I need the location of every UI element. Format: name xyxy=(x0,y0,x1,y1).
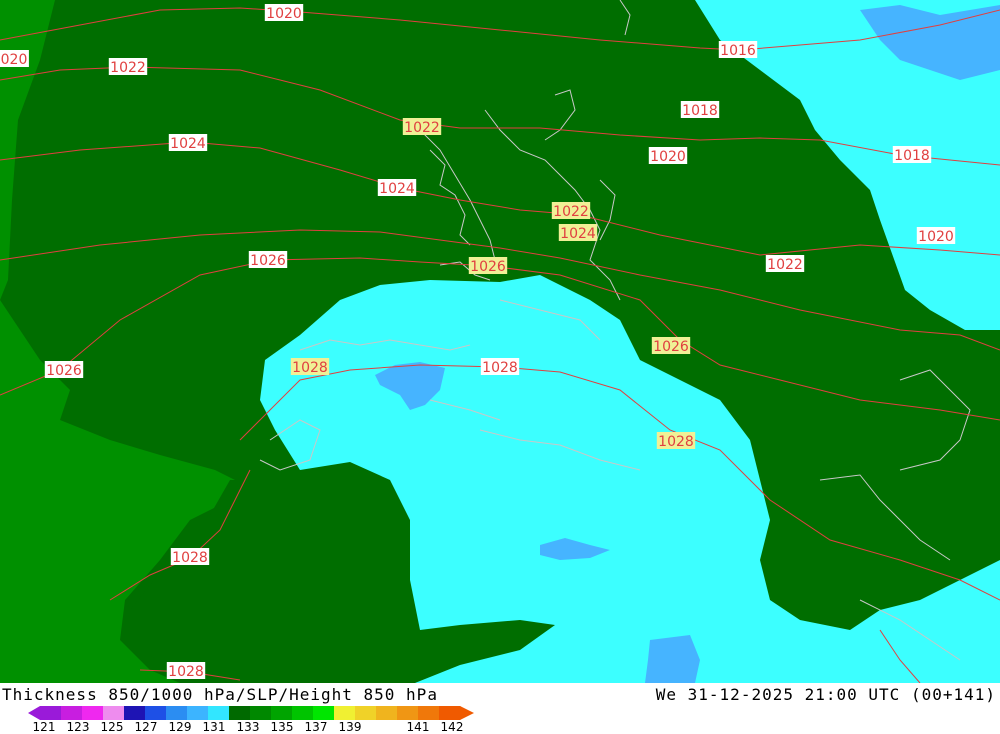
isobar-label: 1028 xyxy=(166,662,206,680)
scale-right-arrow xyxy=(460,706,474,720)
isobar-label: 1020 xyxy=(264,4,304,22)
scale-swatch xyxy=(145,706,167,720)
isobar-label: 1028 xyxy=(656,432,696,450)
scale-swatch xyxy=(250,706,272,720)
isobar-label: 1022 xyxy=(765,255,805,273)
isobar-label-text: 1022 xyxy=(553,204,589,220)
scale-left-arrow xyxy=(28,706,40,720)
scale-swatch xyxy=(271,706,293,720)
scale-swatch xyxy=(229,706,251,720)
isobar-label-text: 1026 xyxy=(470,259,506,275)
isobar-label-text: 1028 xyxy=(292,360,328,376)
isobar-label-text: 1022 xyxy=(404,120,440,136)
scale-tick-label: 129 xyxy=(168,720,192,734)
isobar-label: 1028 xyxy=(170,548,210,566)
isobar-label: 1026 xyxy=(468,257,508,275)
scale-tick-label: 133 xyxy=(236,720,260,734)
isobar-label-text: 1026 xyxy=(250,253,286,269)
isobar-label: 1026 xyxy=(248,251,288,269)
isobar-label: 1018 xyxy=(892,146,932,164)
isobar-label: 1020 xyxy=(648,147,688,165)
weather-map: 1020 020 1022 1016 1018 1022 1024 1020 1018 1024 1… xyxy=(0,0,1000,683)
isobar-label: 1022 xyxy=(108,58,148,76)
scale-swatch xyxy=(187,706,209,720)
scale-swatch xyxy=(292,706,314,720)
isobar-label: 1022 xyxy=(402,118,442,136)
isobar-label: 1020 xyxy=(916,227,956,245)
isobar-label: 1016 xyxy=(718,41,758,59)
scale-swatch xyxy=(439,706,461,720)
isobar-label: 1028 xyxy=(480,358,520,376)
scale-swatch xyxy=(103,706,125,720)
isobar-label: 1018 xyxy=(680,101,720,119)
isobar-label-text: 1028 xyxy=(658,434,694,450)
thickness-color-scale xyxy=(28,706,474,720)
scale-swatch xyxy=(313,706,335,720)
scale-tick-label: 121 xyxy=(32,720,56,734)
isobar-label: 1026 xyxy=(44,361,84,379)
map-datetime: We 31-12-2025 21:00 UTC (00+141) xyxy=(655,685,996,704)
scale-tick-label: 131 xyxy=(202,720,226,734)
isobar-label: 1024 xyxy=(377,179,417,197)
thickness-patch-light-blue-3 xyxy=(645,635,700,683)
isobar-label: 1022 xyxy=(551,202,591,220)
footer-bar: Thickness 850/1000 hPa/SLP/Height 850 hP… xyxy=(0,683,1000,734)
scale-tick-label: 125 xyxy=(100,720,124,734)
isobar-label-text: 1020 xyxy=(650,149,686,165)
isobar-label-text: 1016 xyxy=(720,43,756,59)
isobar-label-text: 1022 xyxy=(110,60,146,76)
isobar-label-text: 1024 xyxy=(170,136,206,152)
scale-tick-label: 142 xyxy=(440,720,464,734)
scale-swatch xyxy=(418,706,440,720)
scale-swatch xyxy=(166,706,188,720)
isobar-label: 1024 xyxy=(558,224,598,242)
scale-swatch xyxy=(82,706,104,720)
isobar-label-text: 1018 xyxy=(682,103,718,119)
isobar-label-text: 1024 xyxy=(560,226,596,242)
isobar-label-text: 1024 xyxy=(379,181,415,197)
scale-tick-label: 127 xyxy=(134,720,158,734)
scale-swatch xyxy=(355,706,377,720)
isobar-label-text: 1022 xyxy=(767,257,803,273)
isobar-label-text: 1018 xyxy=(894,148,930,164)
map-title: Thickness 850/1000 hPa/SLP/Height 850 hP… xyxy=(2,685,438,704)
isobar-label: 1028 xyxy=(290,358,330,376)
scale-swatch xyxy=(397,706,419,720)
isobar-label: 020 xyxy=(0,50,29,68)
scale-tick-label: 123 xyxy=(66,720,90,734)
scale-swatch xyxy=(376,706,398,720)
scale-swatch xyxy=(334,706,356,720)
scale-tick-label: 137 xyxy=(304,720,328,734)
isobar-label-text: 1028 xyxy=(482,360,518,376)
isobar-label-text: 020 xyxy=(1,52,28,68)
scale-swatch xyxy=(61,706,83,720)
scale-swatch xyxy=(208,706,230,720)
scale-swatch xyxy=(124,706,146,720)
isobar-label-text: 1028 xyxy=(168,664,204,680)
scale-tick-label: 139 xyxy=(338,720,362,734)
isobar-label-text: 1028 xyxy=(172,550,208,566)
isobar-label: 1026 xyxy=(651,337,691,355)
isobar-label-text: 1026 xyxy=(653,339,689,355)
scale-tick-label: 135 xyxy=(270,720,294,734)
isobar-label: 1024 xyxy=(168,134,208,152)
isobar-label-text: 1020 xyxy=(918,229,954,245)
scale-swatch xyxy=(40,706,62,720)
scale-tick-label: 141 xyxy=(406,720,430,734)
isobar-label-text: 1020 xyxy=(266,6,302,22)
isobar-label-text: 1026 xyxy=(46,363,82,379)
